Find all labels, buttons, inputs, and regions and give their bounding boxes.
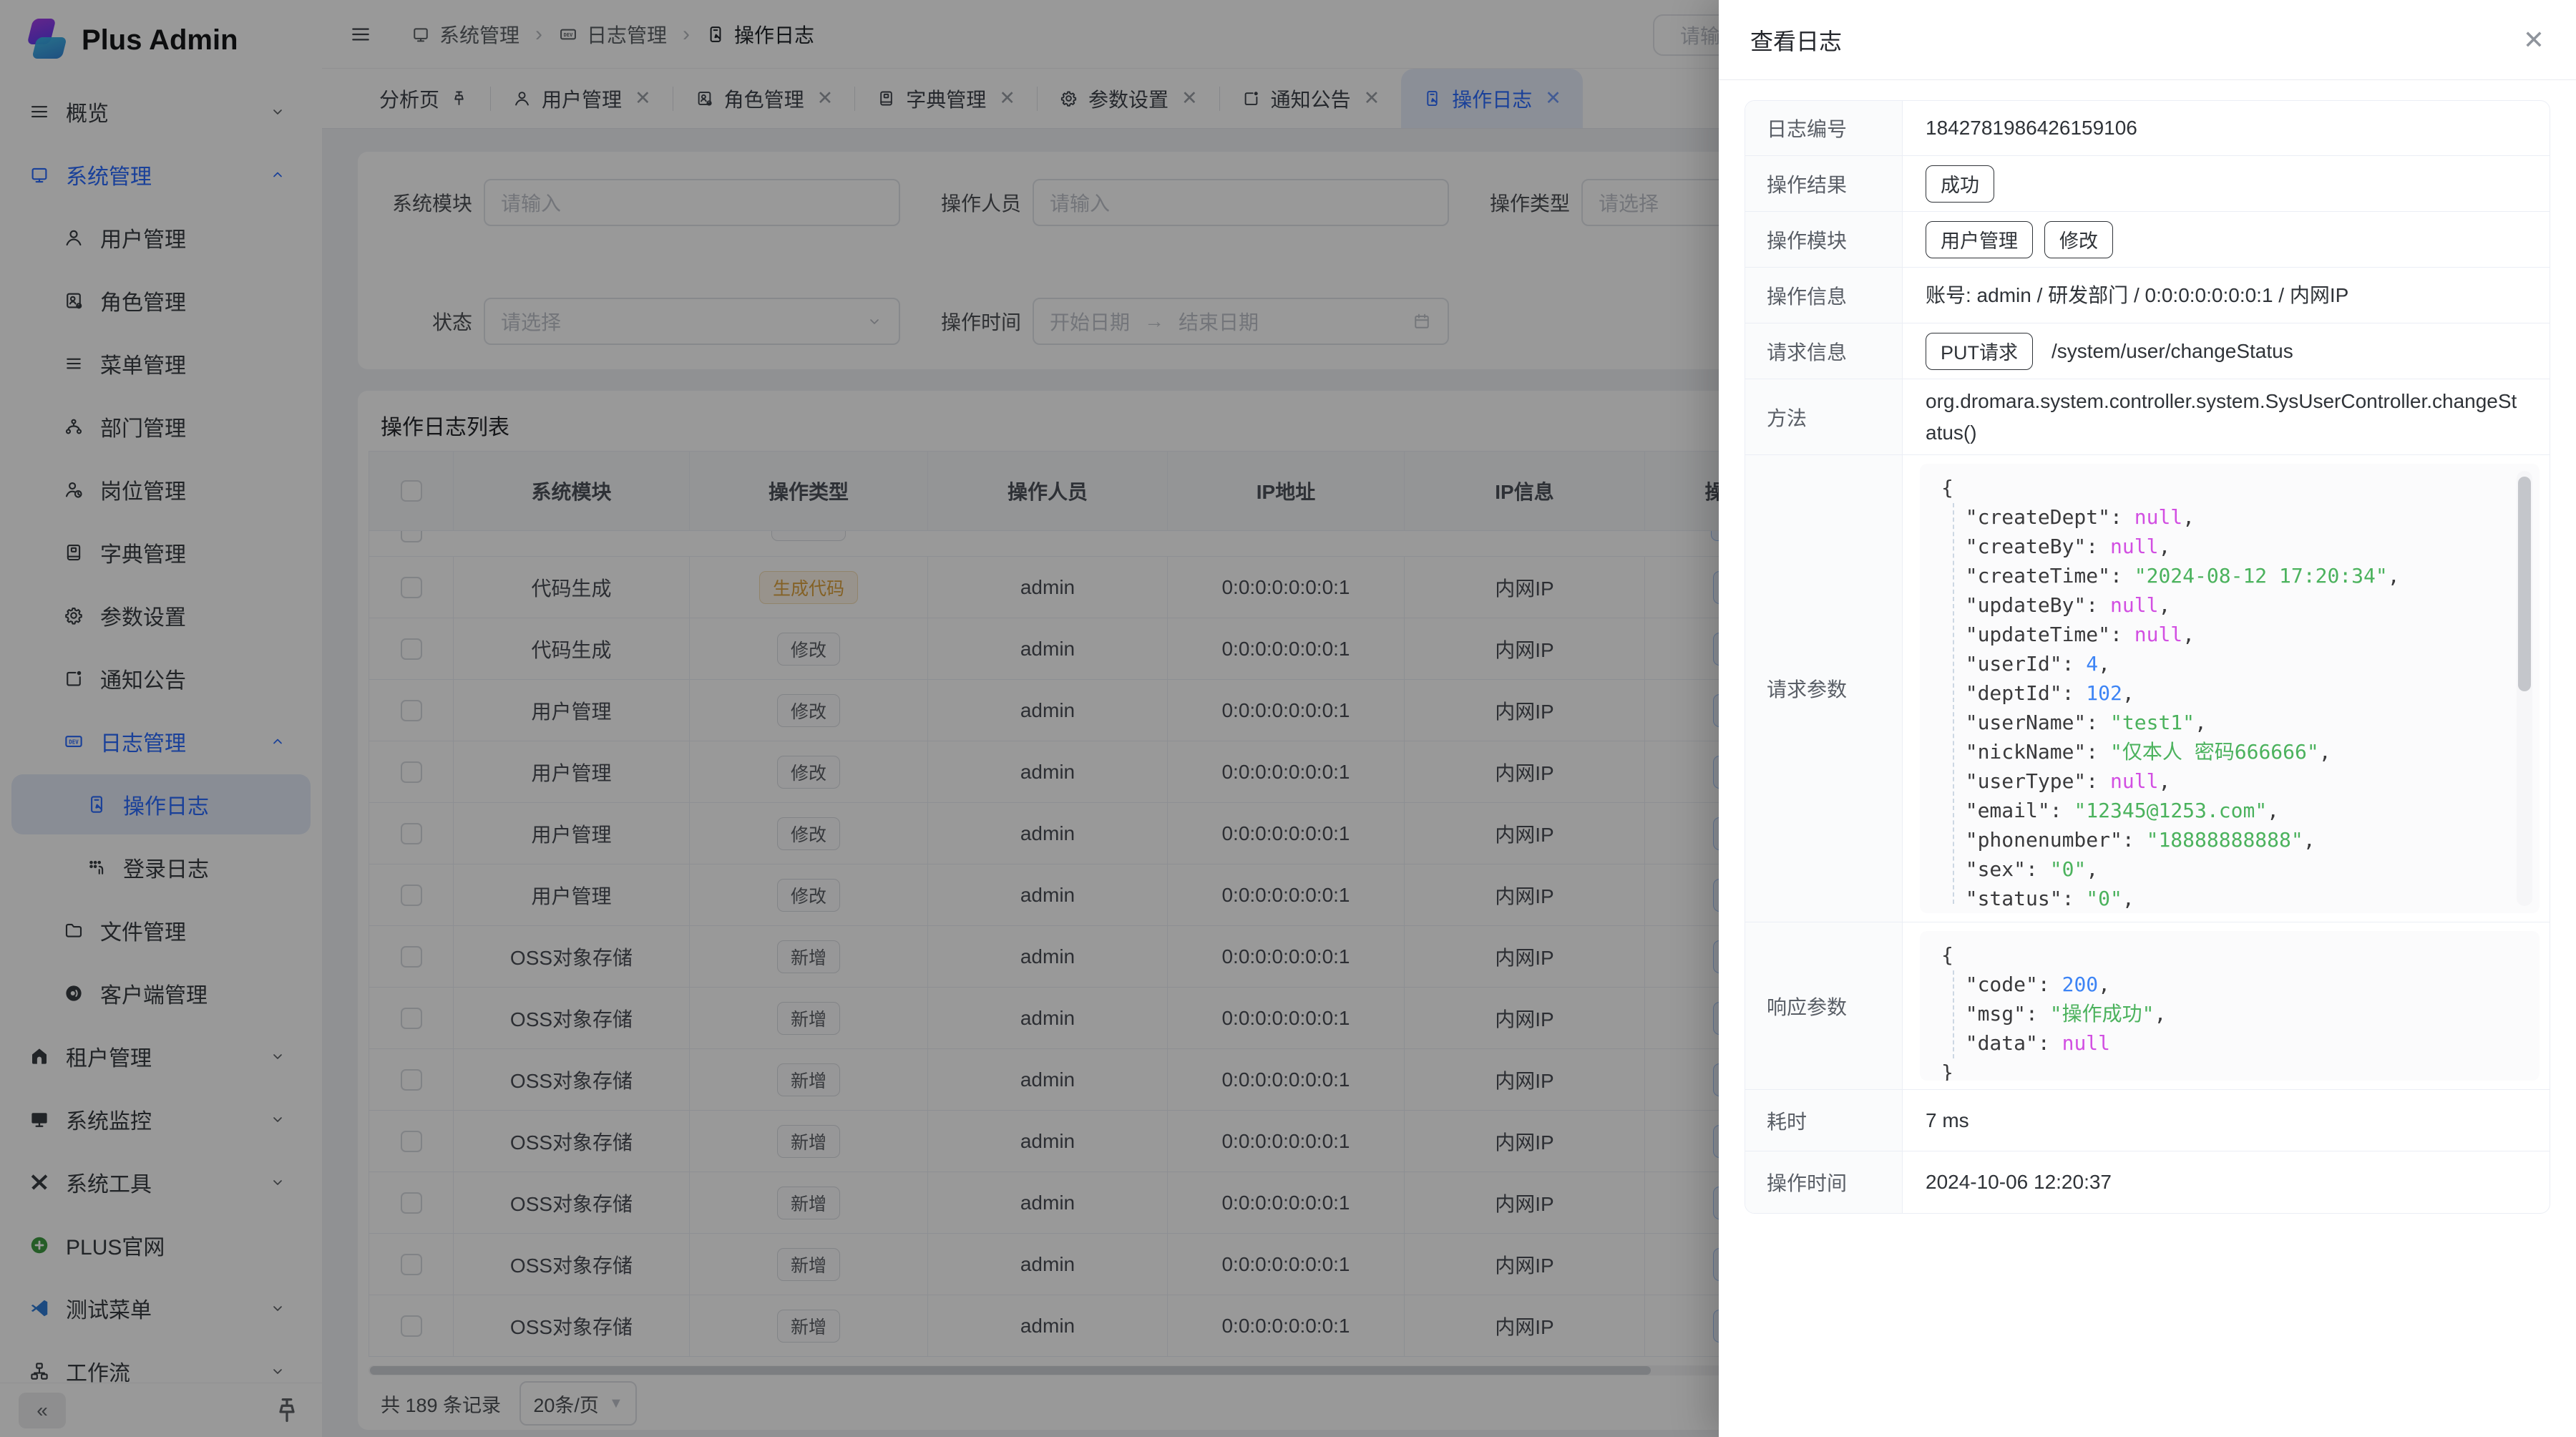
detail-label: 操作时间	[1745, 1151, 1903, 1213]
code-line: "nickName": "仅本人 密码666666",	[1941, 737, 2507, 766]
detail-tag: 用户管理	[1926, 221, 2033, 258]
code-line: "createTime": "2024-08-12 17:20:34",	[1941, 561, 2507, 590]
detail-text: 2024-10-06 12:20:37	[1926, 1166, 2119, 1197]
detail-value: 2024-10-06 12:20:37	[1903, 1151, 2550, 1213]
detail-label: 请求信息	[1745, 323, 1903, 379]
detail-label: 耗时	[1745, 1090, 1903, 1151]
indent-guide	[1953, 503, 1954, 904]
json-code-block: { "createDept": null, "createBy": null, …	[1920, 464, 2540, 913]
code-scrollbar-thumb[interactable]	[2518, 477, 2531, 691]
detail-row: 操作结果成功	[1745, 156, 2550, 212]
detail-tags: 用户管理修改	[1926, 221, 2113, 258]
code-line: "msg": "操作成功",	[1941, 999, 2507, 1028]
detail-label: 操作模块	[1745, 212, 1903, 267]
detail-value: PUT请求/system/user/changeStatus	[1903, 323, 2550, 379]
code-line: "code": 200,	[1941, 970, 2507, 999]
detail-value: 用户管理修改	[1903, 212, 2550, 267]
log-detail-table: 日志编号1842781986426159106操作结果成功操作模块用户管理修改操…	[1745, 100, 2550, 1214]
code-line: "data": null	[1941, 1028, 2507, 1058]
code-line: "userName": "test1",	[1941, 708, 2507, 737]
code-line: "userType": null,	[1941, 766, 2507, 796]
detail-value: 1842781986426159106	[1903, 101, 2550, 155]
code-line: "updateBy": null,	[1941, 590, 2507, 620]
code-line: {	[1941, 473, 2507, 502]
detail-row: 请求信息PUT请求/system/user/changeStatus	[1745, 323, 2550, 379]
detail-row: 方法 org.dromara.system.controller.system.S…	[1745, 379, 2550, 455]
detail-row: 操作信息账号: admin / 研发部门 / 0:0:0:0:0:0:0:1 /…	[1745, 268, 2550, 323]
detail-row: 请求参数{ "createDept": null, "createBy": nu…	[1745, 455, 2550, 922]
close-icon[interactable]: ✕	[2523, 27, 2545, 53]
detail-label: 响应参数	[1745, 922, 1903, 1089]
code-scrollbar	[2517, 471, 2532, 906]
detail-row: 操作时间 2024-10-06 12:20:37	[1745, 1151, 2550, 1213]
detail-text: 1842781986426159106	[1926, 112, 2145, 143]
detail-value: 账号: admin / 研发部门 / 0:0:0:0:0:0:0:1 / 内网I…	[1903, 268, 2550, 323]
detail-tag: 成功	[1926, 165, 1994, 203]
code-line: "deptId": 102,	[1941, 678, 2507, 708]
detail-label: 日志编号	[1745, 101, 1903, 155]
detail-value: { "createDept": null, "createBy": null, …	[1903, 455, 2550, 922]
detail-row: 操作模块用户管理修改	[1745, 212, 2550, 268]
detail-value: org.dromara.system.controller.system.Sys…	[1903, 379, 2550, 454]
code-line: }	[1941, 1058, 2507, 1081]
detail-text: 7 ms	[1926, 1105, 1976, 1136]
drawer-title: 查看日志	[1750, 24, 1842, 57]
code-line: "updateTime": null,	[1941, 620, 2507, 649]
detail-row: 日志编号 1842781986426159106	[1745, 101, 2550, 156]
detail-row: 响应参数{ "code": 200, "msg": "操作成功", "data"…	[1745, 922, 2550, 1090]
detail-label: 操作信息	[1745, 268, 1903, 323]
drawer-body: 日志编号1842781986426159106操作结果成功操作模块用户管理修改操…	[1719, 80, 2576, 1234]
detail-text: org.dromara.system.controller.system.Sys…	[1926, 386, 2527, 448]
request-path: /system/user/changeStatus	[2051, 340, 2293, 363]
detail-value: 成功	[1903, 156, 2550, 211]
detail-label: 请求参数	[1745, 455, 1903, 922]
indent-guide	[1953, 970, 1954, 1058]
detail-row: 耗时 7 ms	[1745, 1090, 2550, 1151]
detail-tag: PUT请求	[1926, 333, 2033, 370]
code-line: {	[1941, 940, 2507, 970]
code-line: "userId": 4,	[1941, 649, 2507, 678]
drawer-header: 查看日志 ✕	[1719, 0, 2576, 80]
code-line: "createDept": null,	[1941, 502, 2507, 532]
detail-value: 7 ms	[1903, 1090, 2550, 1151]
code-line: "email": "12345@1253.com",	[1941, 796, 2507, 825]
detail-value: { "code": 200, "msg": "操作成功", "data": nu…	[1903, 922, 2550, 1089]
detail-tag: 修改	[2044, 221, 2113, 258]
code-line: "phonenumber": "18888888888",	[1941, 825, 2507, 854]
app-root: Plus Admin 概览系统管理用户管理角色管理菜单管理部门管理岗位管理字典管…	[0, 0, 2576, 1437]
code-line: "status": "0",	[1941, 884, 2507, 913]
detail-text: 账号: admin / 研发部门 / 0:0:0:0:0:0:0:1 / 内网I…	[1926, 280, 2356, 311]
code-line: "sex": "0",	[1941, 854, 2507, 884]
code-line: "createBy": null,	[1941, 532, 2507, 561]
json-code-block: { "code": 200, "msg": "操作成功", "data": nu…	[1920, 931, 2540, 1081]
detail-label: 操作结果	[1745, 156, 1903, 211]
detail-label: 方法	[1745, 379, 1903, 454]
view-log-drawer: 查看日志 ✕ 日志编号1842781986426159106操作结果成功操作模块…	[1719, 0, 2576, 1437]
